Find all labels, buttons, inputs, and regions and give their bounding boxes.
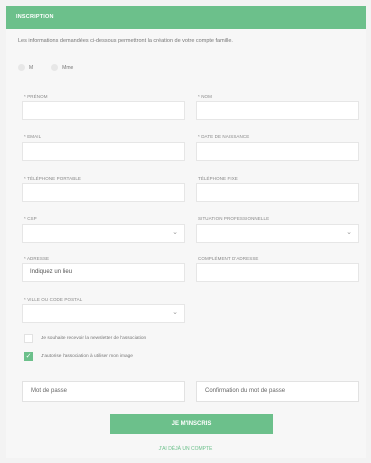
situation-label: SITUATION PROFESSIONNELLE [198,216,270,221]
csp-label: * CSP [24,216,37,221]
civility-m[interactable]: M [18,64,33,71]
city-label: * VILLE OU CODE POSTAL [24,297,83,302]
email-label: * EMAIL [24,134,42,139]
nom-label: * NOM [198,94,212,99]
situation-select[interactable] [196,224,359,243]
address-label: * ADRESSE [24,256,50,261]
csp-select[interactable] [22,224,185,243]
password-input[interactable]: Mot de passe [22,381,185,402]
login-link[interactable]: J'AI DÉJÀ UN COMPTE [0,446,371,452]
phone-input[interactable] [196,183,359,202]
civility-mme[interactable]: Mme [51,64,73,71]
newsletter-label: Je souhaite recevoir la newsletter de l'… [41,336,147,341]
newsletter-option[interactable]: Je souhaite recevoir la newsletter de l'… [24,334,146,343]
intro-text: Les informations demandées ci-dessous pe… [18,38,233,44]
civility-mme-label: Mme [62,64,74,71]
newsletter-checkbox[interactable] [24,334,33,343]
prenom-label: * PRÉNOM [24,94,48,99]
image-consent-label: J'autorise l'association à utiliser mon … [41,354,133,359]
address-complement-input[interactable] [196,263,359,282]
city-select[interactable] [22,304,185,323]
form-header: INSCRIPTION [6,6,366,29]
image-consent-checkbox[interactable]: ✓ [24,352,33,361]
mobile-input[interactable] [22,183,185,202]
signup-button[interactable]: JE M'INSCRIS [110,414,273,434]
radio-mme[interactable] [51,64,59,71]
radio-m[interactable] [18,64,25,71]
email-input[interactable] [22,142,185,161]
image-consent-option[interactable]: ✓ J'autorise l'association à utiliser mo… [24,352,133,361]
mobile-label: * TÉLÉPHONE PORTABLE [24,176,82,181]
nom-input[interactable] [196,101,359,120]
prenom-input[interactable] [22,101,185,120]
birthdate-input[interactable] [196,142,359,161]
phone-label: TÉLÉPHONE FIXE [198,176,238,181]
address-complement-label: COMPLÉMENT D'ADRESSE [198,256,259,261]
address-input[interactable]: Indiquez un lieu [22,263,185,282]
civility-group: M Mme [18,64,85,71]
password-confirm-input[interactable]: Confirmation du mot de passe [196,381,359,402]
civility-m-label: M [29,64,34,71]
birthdate-label: * DATE DE NAISSANCE [198,134,250,139]
